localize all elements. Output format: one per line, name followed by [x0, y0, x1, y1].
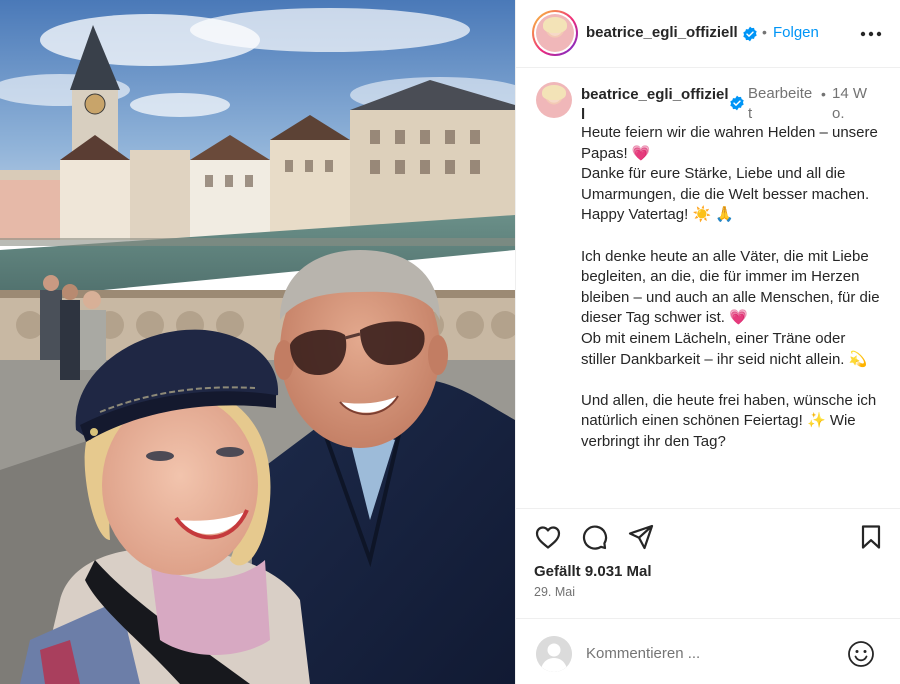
- like-count[interactable]: Gefällt 9.031 Mal: [534, 563, 652, 580]
- post-date[interactable]: 29. Mai: [534, 585, 575, 599]
- edited-label: Bearbeitet: [748, 85, 813, 122]
- verified-badge-icon: [743, 26, 757, 42]
- emoji-icon[interactable]: [846, 639, 876, 669]
- comment-icon[interactable]: [580, 523, 608, 551]
- header-separator: •: [762, 24, 767, 40]
- default-avatar-icon: [536, 636, 572, 672]
- follow-button[interactable]: Folgen: [773, 24, 819, 41]
- post-author-username[interactable]: beatrice_egli_offiziell: [586, 24, 738, 41]
- current-user-avatar: [536, 636, 572, 672]
- post-header: beatrice_egli_offiziell • Folgen: [516, 0, 900, 68]
- caption-separator: •: [821, 86, 826, 102]
- caption-text: Heute feiern wir die wahren Helden – uns…: [581, 124, 880, 450]
- more-options-icon[interactable]: [858, 22, 884, 46]
- post-photo[interactable]: [0, 0, 515, 684]
- post-image: [0, 0, 515, 684]
- caption-author-avatar[interactable]: [536, 82, 572, 118]
- comment-input[interactable]: [586, 645, 836, 662]
- profile-avatar-ring[interactable]: [532, 10, 578, 56]
- comment-box: [516, 618, 900, 684]
- action-bar: [516, 508, 900, 563]
- bookmark-icon[interactable]: [857, 523, 885, 551]
- post-timestamp[interactable]: 14 Wo.: [832, 84, 872, 124]
- caption-verified-badge-icon: [730, 95, 744, 111]
- heart-icon[interactable]: [534, 523, 562, 551]
- post-panel: beatrice_egli_offiziell • Folgen beatric…: [515, 0, 900, 684]
- post-caption: beatrice_egli_offiziell Bearbeitet • 14 …: [516, 70, 900, 507]
- share-icon[interactable]: [627, 523, 655, 551]
- profile-avatar: [536, 14, 574, 52]
- caption-author-username[interactable]: beatrice_egli_offiziell: [581, 85, 731, 125]
